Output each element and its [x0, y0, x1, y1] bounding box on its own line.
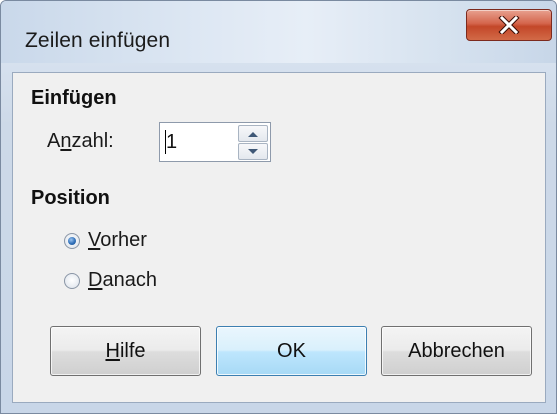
arrow-down-icon — [248, 148, 258, 154]
count-spinbox[interactable]: 1 — [159, 122, 271, 162]
radio-before-label[interactable]: Vorher — [88, 229, 147, 252]
ok-button[interactable]: OK — [216, 326, 367, 376]
arrow-up-icon — [248, 131, 258, 137]
radio-after[interactable] — [64, 273, 80, 289]
radio-before[interactable] — [64, 233, 80, 249]
count-label: Anzahl: — [47, 130, 114, 152]
window-title: Zeilen einfügen — [25, 29, 171, 52]
spin-up-button[interactable] — [238, 125, 268, 142]
count-value: 1 — [166, 131, 178, 153]
insert-section-title: Einfügen — [31, 87, 117, 109]
dialog-window: Zeilen einfügen Einfügen Anzahl: 1 Posit… — [0, 0, 557, 414]
help-button[interactable]: Hilfe — [50, 326, 201, 376]
spin-down-button[interactable] — [238, 143, 268, 160]
dialog-content: Einfügen Anzahl: 1 Position Vorher Danac… — [12, 72, 546, 403]
cancel-button[interactable]: Abbrechen — [381, 326, 532, 376]
close-button[interactable] — [466, 9, 552, 41]
close-icon — [498, 16, 520, 34]
position-section-title: Position — [31, 187, 110, 209]
radio-after-label[interactable]: Danach — [88, 269, 157, 292]
title-bar[interactable]: Zeilen einfügen — [1, 1, 556, 63]
